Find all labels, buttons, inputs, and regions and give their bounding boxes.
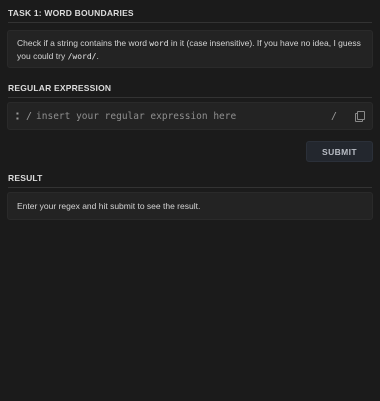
- submit-button[interactable]: SUBMIT: [306, 141, 373, 162]
- regex-close-slash: /: [330, 110, 337, 122]
- result-section-title: RESULT: [8, 173, 372, 188]
- description-text-1: Check if a string contains the word: [17, 38, 150, 48]
- result-panel: Enter your regex and hit submit to see t…: [7, 192, 373, 220]
- description-code-word: word: [149, 39, 169, 48]
- task-description: Check if a string contains the word word…: [7, 30, 373, 68]
- flags-icon[interactable]: ▪ ▪: [16, 110, 24, 123]
- regex-section-title: REGULAR EXPRESSION: [8, 83, 372, 98]
- task-title: TASK 1: WORD BOUNDARIES: [8, 8, 372, 23]
- description-text-3: .: [96, 51, 99, 61]
- description-code-example: /word/: [67, 52, 97, 61]
- regex-input[interactable]: [32, 110, 331, 122]
- regex-input-container: ▪▪ / /: [7, 102, 373, 130]
- result-text: Enter your regex and hit submit to see t…: [17, 201, 201, 211]
- copy-icon[interactable]: [355, 111, 365, 122]
